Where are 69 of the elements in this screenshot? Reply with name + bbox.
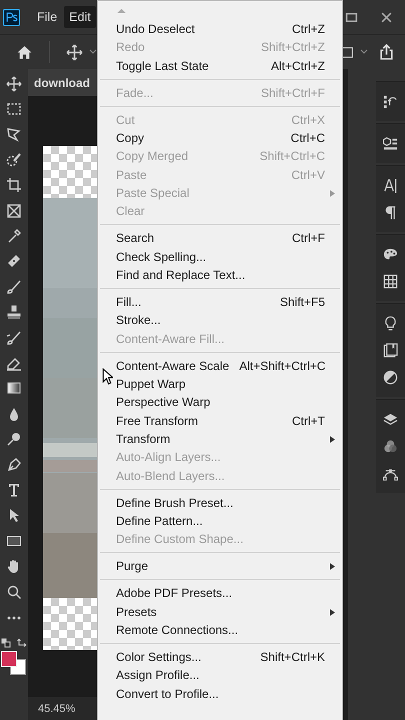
gradient-icon[interactable] xyxy=(6,380,22,396)
foreground-color-swatch[interactable] xyxy=(1,650,17,667)
menu-item[interactable]: Fill... Shift+F5 xyxy=(98,292,342,312)
paragraph-icon[interactable] xyxy=(383,205,398,220)
submenu-arrow-icon xyxy=(330,436,335,443)
menu-item[interactable]: Assign Profile... xyxy=(98,666,342,685)
type-icon[interactable] xyxy=(6,482,22,498)
frame-icon[interactable] xyxy=(6,202,22,219)
menu-item[interactable]: Transform xyxy=(98,430,342,448)
share-icon[interactable] xyxy=(378,44,395,60)
menu-item[interactable]: Remote Connections... xyxy=(98,620,342,640)
menu-item[interactable]: Purge xyxy=(98,557,342,576)
document-tab[interactable]: download xyxy=(28,69,98,96)
menu-title[interactable]: File xyxy=(32,6,62,28)
caret-icon[interactable] xyxy=(89,49,97,55)
three-circles-icon[interactable] xyxy=(383,439,398,454)
menu-item[interactable]: Convert to Profile... xyxy=(98,684,342,703)
menu-item[interactable]: Puppet Warp xyxy=(98,374,342,394)
zoom-icon[interactable] xyxy=(6,584,22,600)
character-icon[interactable] xyxy=(383,178,398,193)
menu-item[interactable]: Check Spelling... xyxy=(98,248,342,266)
menu-item[interactable]: Free Transform Ctrl+T xyxy=(98,412,342,430)
close-icon[interactable] xyxy=(380,10,393,24)
dashed-rectangle-icon[interactable] xyxy=(6,101,22,118)
cursor-icon xyxy=(102,368,113,385)
menu-item[interactable]: Stroke... xyxy=(98,311,342,330)
home-icon[interactable] xyxy=(16,44,33,60)
zoom-level[interactable]: 45.45% xyxy=(38,702,76,714)
menu-item[interactable]: Presets xyxy=(98,602,342,621)
menu-item[interactable]: Adobe PDF Presets... xyxy=(98,584,342,603)
palette-icon[interactable] xyxy=(383,247,398,262)
bandage-icon[interactable] xyxy=(6,253,22,270)
pen-icon[interactable] xyxy=(6,456,22,473)
eyedropper-icon[interactable] xyxy=(6,228,22,244)
menu-item[interactable]: Undo Deselect Ctrl+Z xyxy=(98,20,342,38)
submenu-arrow-icon xyxy=(330,608,335,616)
book-icon[interactable] xyxy=(383,343,398,358)
lasso-icon[interactable] xyxy=(6,126,22,142)
submenu-arrow-icon xyxy=(330,190,335,197)
menu-item[interactable]: Search Ctrl+F xyxy=(98,229,342,248)
light-bulb-icon[interactable] xyxy=(383,316,398,331)
restore-icon[interactable] xyxy=(345,10,358,24)
menu-item[interactable]: Color Settings... Shift+Ctrl+K xyxy=(98,648,342,666)
menu-item[interactable]: Perspective Warp xyxy=(98,393,342,412)
menu-item[interactable]: Toggle Last State Alt+Ctrl+Z xyxy=(98,56,342,75)
menu-item[interactable]: Define Brush Preset... xyxy=(98,494,342,512)
menu-item[interactable]: Define Pattern... xyxy=(98,512,342,530)
brush-icon[interactable] xyxy=(6,330,22,346)
grid-icon[interactable] xyxy=(383,274,398,289)
submenu-arrow-icon xyxy=(330,563,335,570)
lollipop-icon[interactable] xyxy=(6,431,22,448)
move-icon[interactable] xyxy=(66,44,83,60)
selection-brush-icon[interactable] xyxy=(6,152,22,168)
half-circle-icon[interactable] xyxy=(383,370,398,385)
history-icon[interactable] xyxy=(383,94,398,109)
move-icon[interactable] xyxy=(6,76,22,92)
menu-title[interactable]: Edit xyxy=(64,6,96,28)
menu-item[interactable]: Find and Replace Text... xyxy=(98,266,342,284)
stamp-icon[interactable] xyxy=(6,304,22,320)
cube-icon[interactable] xyxy=(383,136,398,151)
menu-item[interactable]: Copy Ctrl+C xyxy=(98,129,342,148)
layers-icon[interactable] xyxy=(383,412,398,427)
menu-item[interactable]: Content-Aware Scale Alt+Shift+Ctrl+C xyxy=(98,356,342,375)
app-logo-icon xyxy=(3,8,20,26)
brush-icon[interactable] xyxy=(6,278,22,295)
crop-icon[interactable] xyxy=(6,177,22,194)
swap-arrows-icon[interactable] xyxy=(17,638,27,648)
caret-icon[interactable] xyxy=(360,49,368,55)
default-colors-icon[interactable] xyxy=(1,638,11,648)
